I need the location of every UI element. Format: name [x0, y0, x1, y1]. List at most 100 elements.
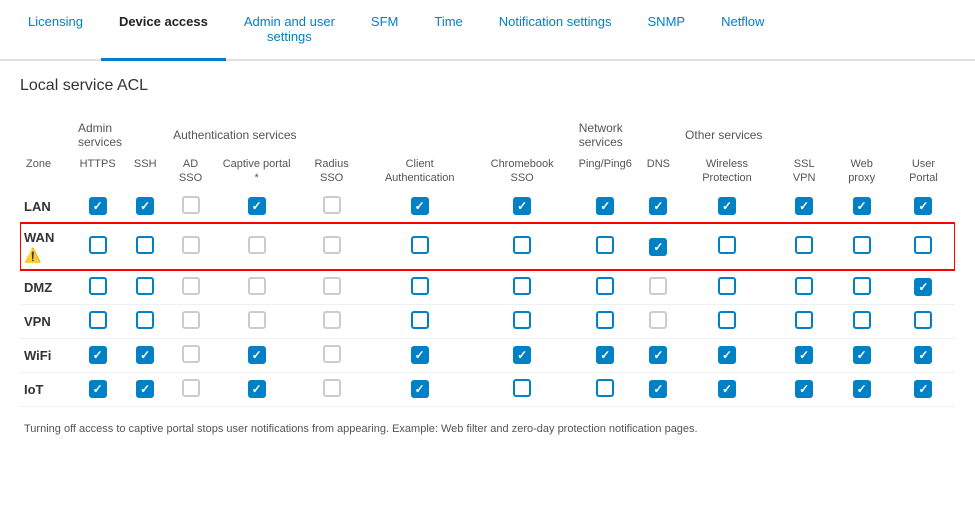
checkbox[interactable] — [513, 197, 531, 215]
checkbox-cell — [571, 372, 640, 406]
checkbox[interactable] — [596, 277, 614, 295]
checkbox[interactable] — [248, 197, 266, 215]
checkbox[interactable] — [136, 277, 154, 295]
checkbox-cell — [571, 338, 640, 372]
checkbox[interactable] — [89, 277, 107, 295]
checkbox[interactable] — [182, 277, 200, 295]
checkbox[interactable] — [853, 197, 871, 215]
checkbox[interactable] — [411, 380, 429, 398]
checkbox[interactable] — [323, 379, 341, 397]
checkbox[interactable] — [89, 380, 107, 398]
checkbox[interactable] — [914, 380, 932, 398]
checkbox[interactable] — [596, 379, 614, 397]
checkbox-cell — [571, 270, 640, 304]
checkbox[interactable] — [248, 346, 266, 364]
checkbox[interactable] — [853, 277, 871, 295]
checkbox[interactable] — [649, 277, 667, 295]
tab-admin-user-settings[interactable]: Admin and user settings — [226, 0, 353, 61]
checkbox[interactable] — [914, 311, 932, 329]
checkbox[interactable] — [136, 197, 154, 215]
checkbox[interactable] — [649, 197, 667, 215]
checkbox[interactable] — [718, 346, 736, 364]
checkbox[interactable] — [323, 236, 341, 254]
checkbox[interactable] — [853, 236, 871, 254]
checkbox[interactable] — [411, 346, 429, 364]
checkbox[interactable] — [136, 311, 154, 329]
checkbox[interactable] — [248, 236, 266, 254]
checkbox[interactable] — [182, 345, 200, 363]
checkbox[interactable] — [795, 277, 813, 295]
tab-netflow[interactable]: Netflow — [703, 0, 782, 61]
tab-time[interactable]: Time — [416, 0, 480, 61]
checkbox[interactable] — [718, 277, 736, 295]
checkbox[interactable] — [136, 346, 154, 364]
checkbox-cell — [70, 304, 125, 338]
checkbox[interactable] — [795, 380, 813, 398]
checkbox[interactable] — [795, 197, 813, 215]
checkbox[interactable] — [182, 311, 200, 329]
checkbox[interactable] — [182, 196, 200, 214]
checkbox-cell — [366, 304, 474, 338]
checkbox[interactable] — [914, 236, 932, 254]
checkbox[interactable] — [89, 197, 107, 215]
checkbox-cell — [70, 338, 125, 372]
checkbox[interactable] — [513, 346, 531, 364]
checkbox[interactable] — [89, 236, 107, 254]
checkbox[interactable] — [596, 197, 614, 215]
checkbox[interactable] — [718, 311, 736, 329]
tab-sfm[interactable]: SFM — [353, 0, 416, 61]
checkbox[interactable] — [853, 346, 871, 364]
checkbox-cell — [366, 223, 474, 270]
checkbox[interactable] — [323, 196, 341, 214]
checkbox[interactable] — [323, 311, 341, 329]
checkbox[interactable] — [914, 197, 932, 215]
checkbox-cell — [677, 338, 777, 372]
checkbox-cell — [366, 270, 474, 304]
tab-device-access[interactable]: Device access — [101, 0, 226, 61]
checkbox[interactable] — [853, 380, 871, 398]
checkbox[interactable] — [136, 236, 154, 254]
checkbox[interactable] — [513, 277, 531, 295]
checkbox[interactable] — [596, 236, 614, 254]
checkbox[interactable] — [718, 236, 736, 254]
checkbox[interactable] — [718, 380, 736, 398]
checkbox[interactable] — [718, 197, 736, 215]
checkbox[interactable] — [248, 277, 266, 295]
checkbox-cell — [831, 304, 891, 338]
checkbox[interactable] — [182, 236, 200, 254]
checkbox[interactable] — [649, 346, 667, 364]
checkbox[interactable] — [323, 345, 341, 363]
checkbox[interactable] — [89, 311, 107, 329]
group-network: Network services — [571, 111, 677, 153]
checkbox[interactable] — [411, 277, 429, 295]
checkbox[interactable] — [596, 311, 614, 329]
checkbox-cell — [831, 372, 891, 406]
checkbox[interactable] — [411, 311, 429, 329]
tab-licensing[interactable]: Licensing — [10, 0, 101, 61]
checkbox[interactable] — [136, 380, 154, 398]
checkbox[interactable] — [914, 278, 932, 296]
checkbox[interactable] — [795, 311, 813, 329]
checkbox[interactable] — [649, 311, 667, 329]
checkbox[interactable] — [248, 311, 266, 329]
checkbox[interactable] — [182, 379, 200, 397]
checkbox[interactable] — [795, 236, 813, 254]
checkbox-cell — [216, 372, 297, 406]
checkbox[interactable] — [513, 311, 531, 329]
checkbox[interactable] — [411, 236, 429, 254]
checkbox[interactable] — [89, 346, 107, 364]
checkbox-cell — [892, 304, 955, 338]
checkbox[interactable] — [513, 236, 531, 254]
tab-snmp[interactable]: SNMP — [630, 0, 704, 61]
checkbox[interactable] — [248, 380, 266, 398]
checkbox[interactable] — [323, 277, 341, 295]
checkbox[interactable] — [914, 346, 932, 364]
checkbox[interactable] — [596, 346, 614, 364]
checkbox[interactable] — [795, 346, 813, 364]
checkbox[interactable] — [411, 197, 429, 215]
checkbox[interactable] — [649, 238, 667, 256]
tab-notification-settings[interactable]: Notification settings — [481, 0, 630, 61]
checkbox[interactable] — [649, 380, 667, 398]
checkbox[interactable] — [513, 379, 531, 397]
checkbox[interactable] — [853, 311, 871, 329]
